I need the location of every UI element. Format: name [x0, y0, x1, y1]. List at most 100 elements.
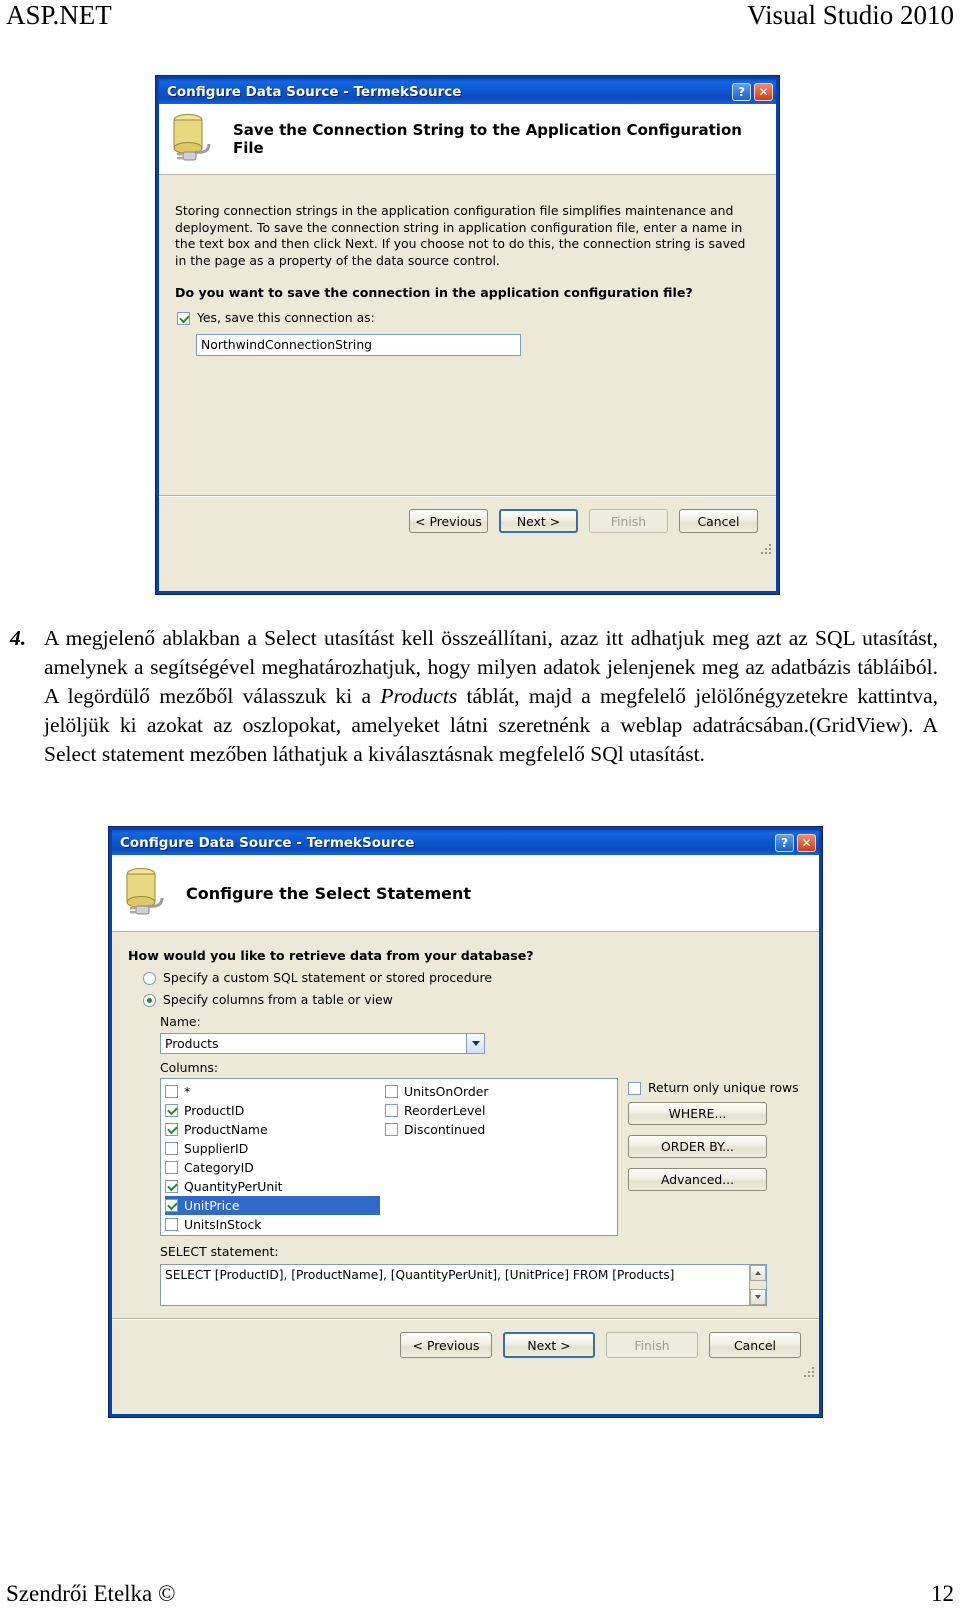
- unique-rows-label: Return only unique rows: [648, 1080, 799, 1095]
- help-icon[interactable]: ?: [732, 82, 751, 101]
- unique-rows-row[interactable]: Return only unique rows: [628, 1080, 799, 1097]
- finish-button: Finish: [589, 509, 668, 533]
- dialog1-banner: Save the Connection String to the Applic…: [159, 104, 776, 175]
- dialog1-question: Do you want to save the connection in th…: [175, 285, 693, 300]
- save-connection-checkbox-row[interactable]: Yes, save this connection as:: [177, 310, 375, 327]
- chevron-down-icon[interactable]: [466, 1034, 484, 1053]
- next-button[interactable]: Next >: [499, 509, 578, 533]
- paragraph-text: A megjelenő ablakban a Select utasítást …: [44, 624, 938, 769]
- header-left-text: ASP.NET: [6, 0, 112, 30]
- advanced-button[interactable]: Advanced...: [628, 1168, 767, 1191]
- column-checkbox[interactable]: [385, 1085, 398, 1098]
- columns-left-column: * ProductID ProductName SupplierID Categ…: [165, 1082, 380, 1234]
- dialog2-banner: Configure the Select Statement: [112, 855, 819, 932]
- column-label: ReorderLevel: [404, 1103, 486, 1118]
- column-item[interactable]: CategoryID: [165, 1158, 380, 1177]
- column-label: UnitsOnOrder: [404, 1084, 489, 1099]
- resize-grip[interactable]: [761, 544, 773, 556]
- columns-right-column: UnitsOnOrder ReorderLevel Discontinued: [385, 1082, 600, 1139]
- dialog1-body: Storing connection strings in the applic…: [159, 175, 776, 558]
- column-label: UnitsInStock: [184, 1217, 262, 1232]
- select-statement-textarea[interactable]: SELECT [ProductID], [ProductName], [Quan…: [160, 1264, 767, 1306]
- radio-columns-from-table[interactable]: [143, 993, 156, 1007]
- where-button[interactable]: WHERE...: [628, 1102, 767, 1125]
- column-item[interactable]: ProductID: [165, 1101, 380, 1120]
- column-item-selected[interactable]: UnitPrice: [165, 1196, 380, 1215]
- column-checkbox[interactable]: [165, 1161, 178, 1174]
- close-icon[interactable]: ✕: [797, 833, 816, 852]
- previous-button[interactable]: < Previous: [400, 1332, 492, 1358]
- header-right-text: Visual Studio 2010: [747, 0, 954, 30]
- dialog2-body: How would you like to retrieve data from…: [112, 932, 819, 1381]
- paragraph-number: 4.: [10, 626, 27, 650]
- dialog1-title: Configure Data Source - TermekSource: [167, 83, 462, 100]
- select-statement-label: SELECT statement:: [160, 1244, 279, 1259]
- database-plug-icon: [165, 108, 227, 170]
- connection-name-input[interactable]: NorthwindConnectionString: [196, 334, 521, 356]
- column-item[interactable]: *: [165, 1082, 380, 1101]
- column-checkbox[interactable]: [165, 1085, 178, 1098]
- page-header: ASP.NET Visual Studio 2010: [0, 0, 960, 38]
- instruction-paragraph: 4. A megjelenő ablakban a Select utasítá…: [8, 624, 938, 769]
- column-label: ProductID: [184, 1103, 245, 1118]
- columns-listbox[interactable]: * ProductID ProductName SupplierID Categ…: [160, 1078, 618, 1236]
- radio-custom-sql-row[interactable]: Specify a custom SQL statement or stored…: [143, 970, 492, 987]
- save-connection-checkbox-label: Yes, save this connection as:: [197, 310, 375, 325]
- dialog1-titlebar[interactable]: Configure Data Source - TermekSource ? ✕: [159, 79, 776, 104]
- scroll-down-icon[interactable]: [750, 1289, 766, 1305]
- cancel-button[interactable]: Cancel: [679, 509, 758, 533]
- column-item[interactable]: UnitsInStock: [165, 1215, 380, 1234]
- select-statement-scrollbar[interactable]: [749, 1265, 766, 1305]
- column-checkbox[interactable]: [165, 1218, 178, 1231]
- paragraph-emphasis: Products: [380, 684, 458, 708]
- dialog2-title: Configure Data Source - TermekSource: [120, 834, 415, 851]
- column-item[interactable]: ProductName: [165, 1120, 380, 1139]
- table-name-dropdown-value: Products: [165, 1036, 219, 1051]
- dialog2-button-row: < Previous Next > Finish Cancel: [112, 1332, 819, 1358]
- page-footer: Szendrői Etelka © 12: [0, 1581, 960, 1607]
- column-item[interactable]: QuantityPerUnit: [165, 1177, 380, 1196]
- column-item[interactable]: SupplierID: [165, 1139, 380, 1158]
- column-label: ProductName: [184, 1122, 268, 1137]
- scroll-up-icon[interactable]: [750, 1265, 766, 1281]
- previous-button[interactable]: < Previous: [409, 509, 488, 533]
- column-checkbox[interactable]: [165, 1142, 178, 1155]
- select-statement-text: SELECT [ProductID], [ProductName], [Quan…: [165, 1268, 675, 1282]
- unique-rows-checkbox[interactable]: [628, 1081, 641, 1095]
- dialog2-question: How would you like to retrieve data from…: [128, 948, 534, 963]
- column-label: CategoryID: [184, 1160, 254, 1175]
- column-item[interactable]: ReorderLevel: [385, 1101, 600, 1120]
- column-label: *: [184, 1084, 191, 1099]
- resize-grip[interactable]: [804, 1367, 816, 1379]
- configure-data-source-dialog-1[interactable]: Configure Data Source - TermekSource ? ✕: [155, 75, 780, 595]
- column-checkbox[interactable]: [165, 1104, 178, 1117]
- footer-page-number: 12: [931, 1581, 954, 1606]
- close-icon[interactable]: ✕: [754, 82, 773, 101]
- order-by-button[interactable]: ORDER BY...: [628, 1135, 767, 1158]
- help-icon[interactable]: ?: [775, 833, 794, 852]
- database-plug-icon: [118, 862, 180, 924]
- column-checkbox[interactable]: [385, 1104, 398, 1117]
- column-label: UnitPrice: [184, 1198, 240, 1213]
- finish-button: Finish: [606, 1332, 698, 1358]
- cancel-button[interactable]: Cancel: [709, 1332, 801, 1358]
- save-connection-checkbox[interactable]: [177, 311, 190, 325]
- radio-columns-row[interactable]: Specify columns from a table or view: [143, 992, 393, 1009]
- column-item[interactable]: UnitsOnOrder: [385, 1082, 600, 1101]
- column-checkbox[interactable]: [165, 1199, 178, 1212]
- column-label: QuantityPerUnit: [184, 1179, 283, 1194]
- column-item[interactable]: Discontinued: [385, 1120, 600, 1139]
- dialog1-description: Storing connection strings in the applic…: [175, 203, 746, 268]
- radio-columns-label: Specify columns from a table or view: [163, 992, 393, 1007]
- column-checkbox[interactable]: [165, 1123, 178, 1136]
- table-name-dropdown[interactable]: Products: [160, 1033, 485, 1054]
- column-checkbox[interactable]: [385, 1123, 398, 1136]
- dialog2-titlebar[interactable]: Configure Data Source - TermekSource ? ✕: [112, 830, 819, 855]
- name-label: Name:: [160, 1014, 201, 1029]
- next-button[interactable]: Next >: [503, 1332, 595, 1358]
- column-checkbox[interactable]: [165, 1180, 178, 1193]
- dialog1-button-row: < Previous Next > Finish Cancel: [159, 509, 776, 533]
- radio-custom-sql[interactable]: [143, 971, 156, 985]
- dialog2-banner-heading: Configure the Select Statement: [186, 883, 472, 903]
- configure-data-source-dialog-2[interactable]: Configure Data Source - TermekSource ? ✕…: [108, 826, 823, 1418]
